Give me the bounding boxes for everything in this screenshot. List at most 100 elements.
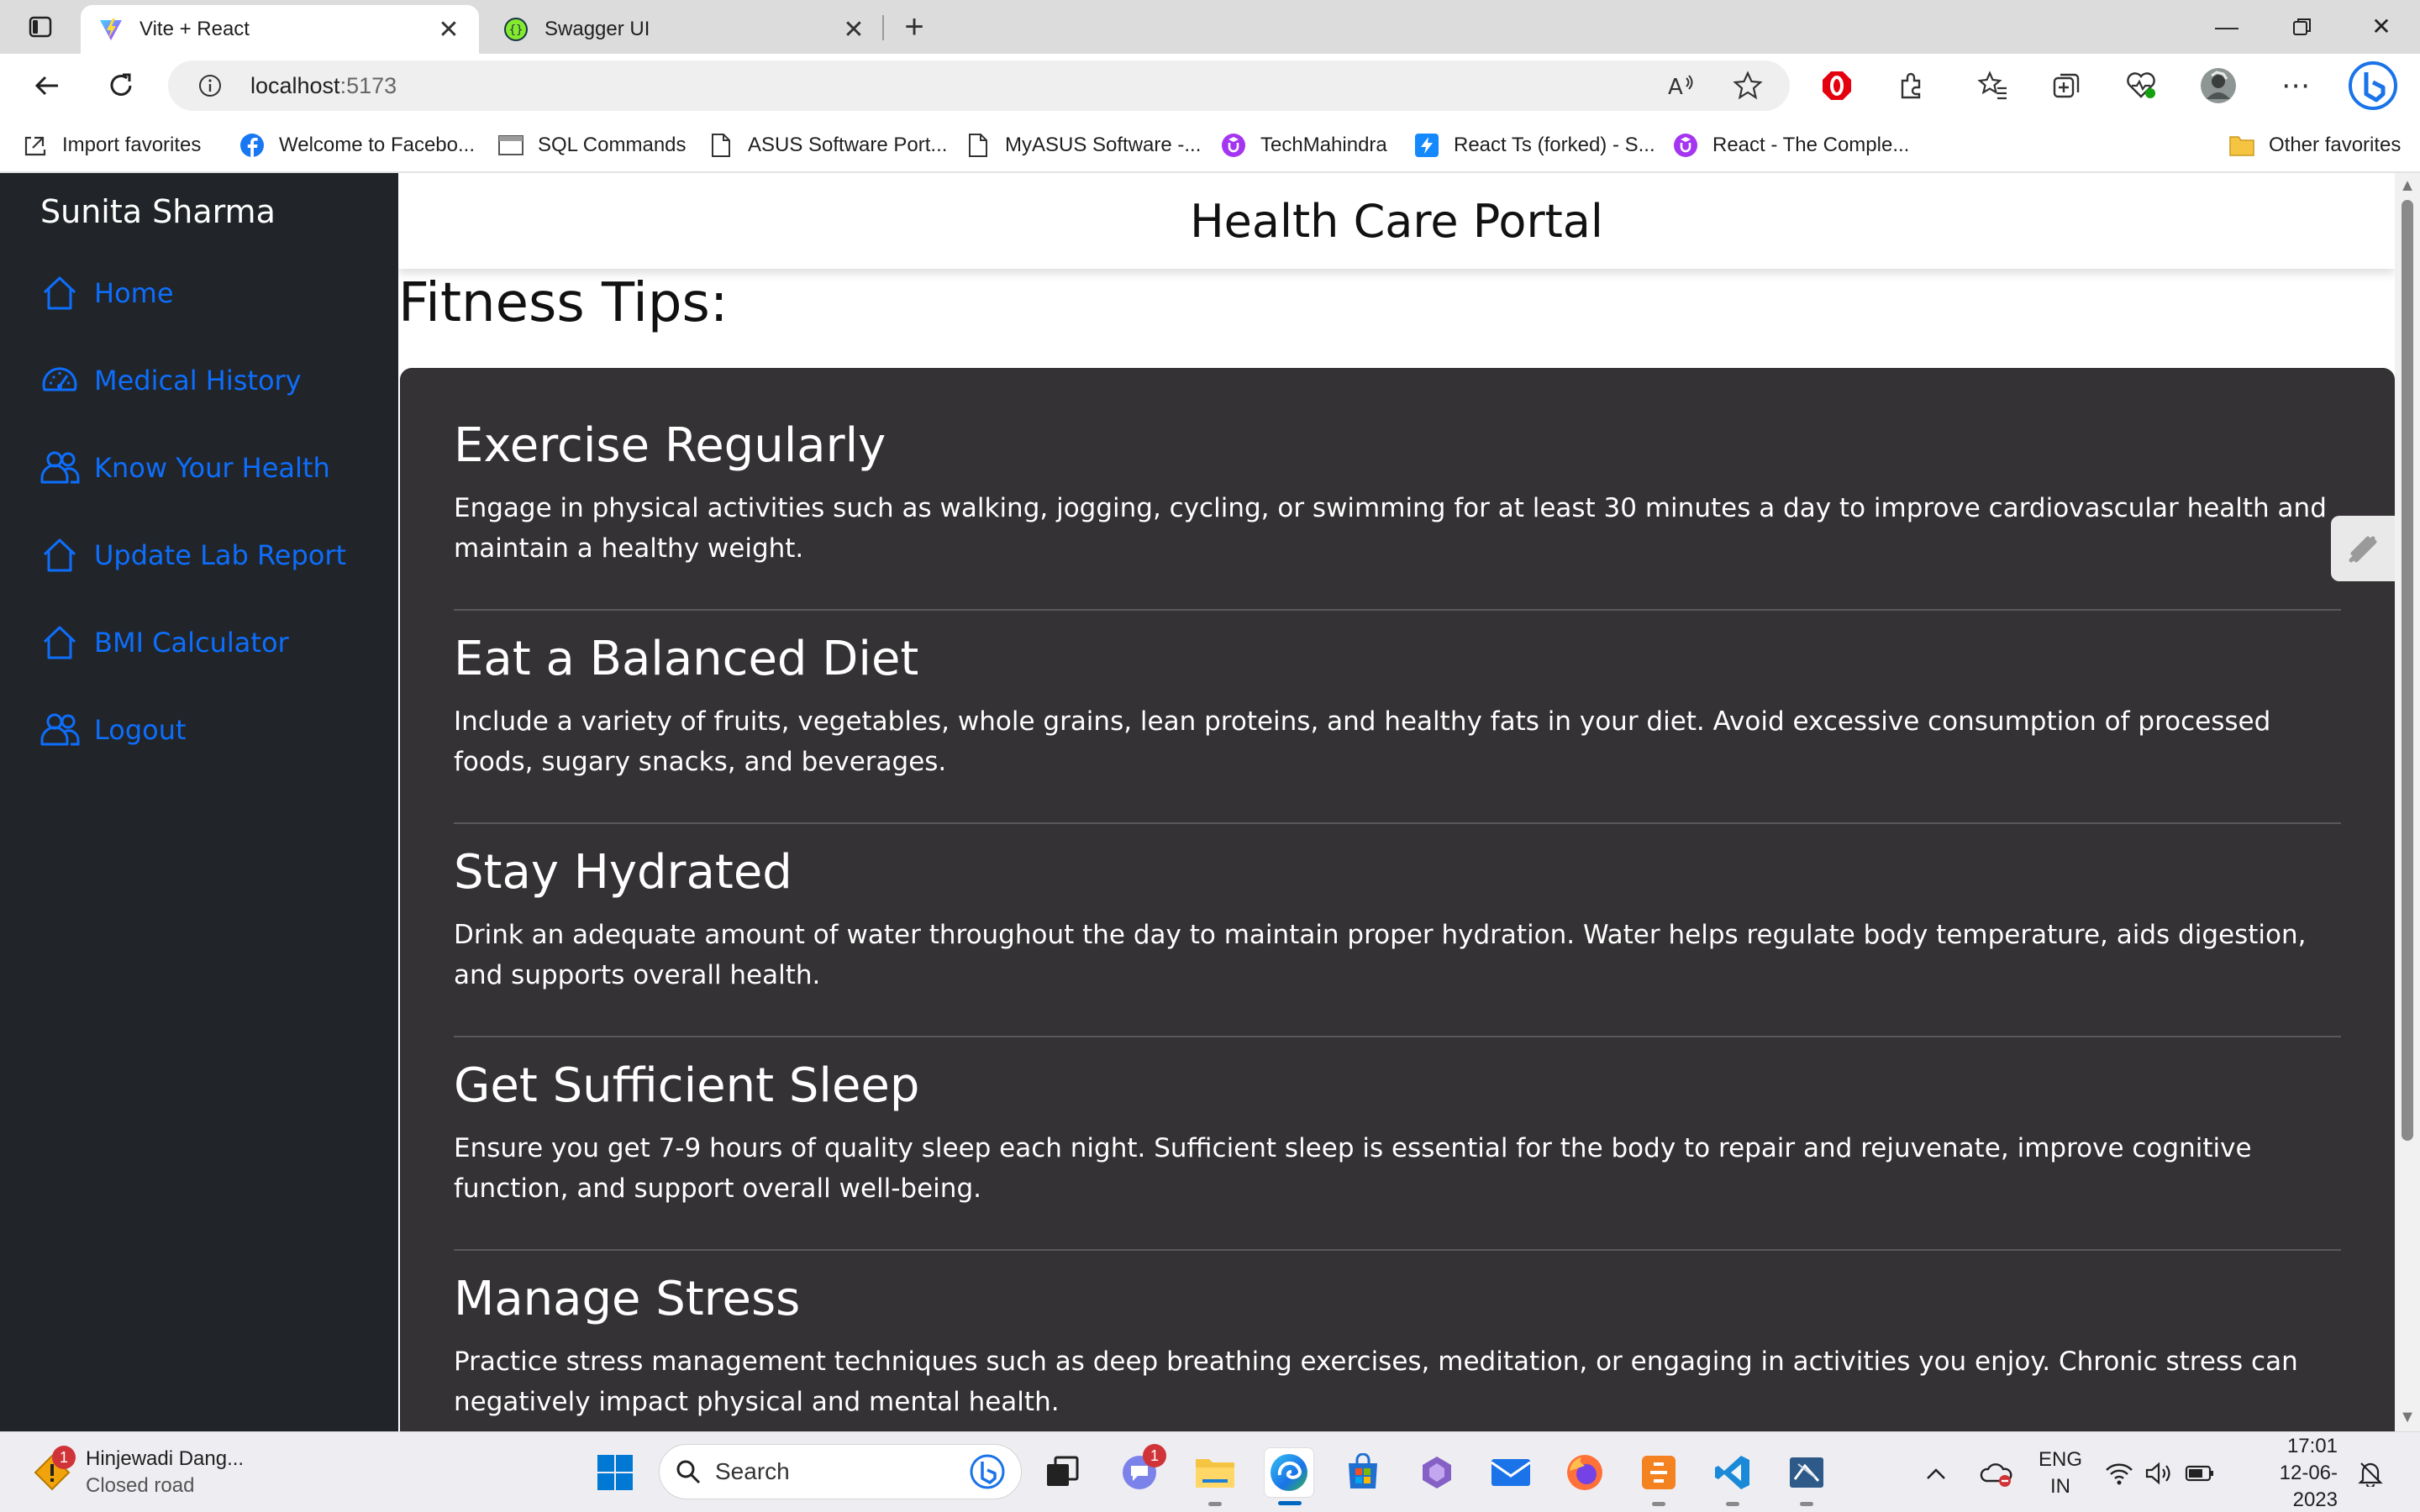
browser-toolbar: localhost:5173 A ⋯ [0, 54, 2420, 118]
svg-text:{}: {} [509, 24, 523, 37]
collections-icon[interactable] [2047, 66, 2087, 106]
sql-server-icon[interactable] [1781, 1447, 1832, 1506]
tip-item: Get Sufficient Sleep Ensure you get 7-9 … [454, 1058, 2341, 1251]
sidebar-item-label: Medical History [94, 365, 302, 396]
opera-adblock-icon[interactable] [1817, 66, 1857, 106]
new-tab-button[interactable]: + [896, 8, 933, 45]
wifi-icon[interactable] [2104, 1444, 2134, 1503]
close-icon[interactable]: ✕ [435, 16, 462, 44]
extensions-icon[interactable] [1891, 66, 1931, 106]
tip-text: Ensure you get 7-9 hours of quality slee… [454, 1133, 2252, 1204]
weather-widget[interactable]: 1 Hinjewadi Dang... Closed road [30, 1444, 244, 1501]
tab-swagger-ui[interactable]: {} Swagger UI ✕ [486, 5, 884, 54]
windows-taskbar: 1 Hinjewadi Dang... Closed road Search 1 [0, 1431, 2420, 1512]
traffic-alert-icon: 1 [30, 1446, 76, 1494]
windows-start-icon[interactable] [590, 1447, 640, 1498]
notifications-bell-icon[interactable] [2358, 1444, 2383, 1503]
file-explorer-icon[interactable] [1190, 1447, 1240, 1506]
tip-item: Stay Hydrated Drink an adequate amount o… [454, 845, 2341, 1037]
favorite-star-icon[interactable] [1728, 66, 1768, 106]
task-view-icon[interactable] [1037, 1447, 1087, 1498]
scroll-up-icon[interactable]: ▲ [2398, 176, 2417, 195]
favorite-facebook[interactable]: Welcome to Facebo... [239, 128, 475, 163]
language-indicator[interactable]: ENG IN [2039, 1444, 2082, 1503]
bing-copilot-icon[interactable] [2348, 60, 2398, 111]
running-indicator [1208, 1502, 1222, 1506]
sidebar-item-home[interactable]: Home [39, 270, 174, 316]
import-icon [22, 132, 49, 159]
favorites-icon[interactable] [1973, 66, 2013, 106]
language-line1: ENG [2039, 1448, 2083, 1471]
document-icon [708, 132, 734, 159]
page-title: Health Care Portal [1190, 194, 1603, 248]
clock[interactable]: 17:01 12-06-2023 [2235, 1435, 2338, 1511]
favorite-sql-commands[interactable]: SQL Commands [497, 128, 687, 163]
url-port: :5173 [339, 72, 397, 98]
tab-vite-react[interactable]: Vite + React ✕ [81, 5, 479, 54]
info-icon[interactable] [193, 69, 227, 102]
teams-chat-icon[interactable]: 1 [1114, 1444, 1166, 1498]
close-icon[interactable]: ✕ [840, 16, 867, 44]
facebook-icon [239, 132, 266, 159]
sidebar-item-know-your-health[interactable]: Know Your Health [39, 445, 330, 491]
show-hidden-icons-chevron-up-icon[interactable] [1924, 1444, 1948, 1503]
tip-text: Practice stress management techniques su… [454, 1347, 2298, 1417]
section-title: Fitness Tips: [398, 272, 729, 334]
favorites-bar: Import favorites Welcome to Facebo... SQ… [0, 118, 2420, 173]
restore-button[interactable] [2269, 7, 2336, 47]
back-icon[interactable] [27, 66, 67, 106]
favorite-label: ASUS Software Port... [748, 134, 948, 156]
sidebar-item-update-lab-report[interactable]: Update Lab Report [39, 533, 346, 578]
avatar[interactable] [2198, 66, 2238, 106]
favorite-label: Welcome to Facebo... [279, 134, 475, 156]
vscode-icon[interactable] [1707, 1447, 1758, 1506]
address-bar[interactable]: localhost:5173 [168, 60, 1790, 111]
sidebar-item-bmi-calculator[interactable]: BMI Calculator [39, 620, 289, 665]
document-icon [965, 132, 992, 159]
favorite-myasus-software[interactable]: MyASUS Software -... [965, 128, 1201, 163]
minimize-button[interactable]: — [2193, 7, 2260, 47]
page-header: Health Care Portal [398, 173, 2395, 269]
sidebar-item-medical-history[interactable]: Medical History [39, 358, 302, 403]
favorite-label: TechMahindra [1260, 134, 1387, 156]
tab-actions-icon[interactable] [20, 10, 60, 44]
favorite-import[interactable]: Import favorites [22, 128, 201, 163]
microsoft-store-icon[interactable] [1338, 1447, 1388, 1498]
search-placeholder: Search [715, 1458, 790, 1484]
sidebar-item-logout[interactable]: Logout [39, 707, 187, 753]
tab-separator [882, 15, 884, 40]
browser-tab-strip: Vite + React ✕ {} Swagger UI ✕ + — ✕ [0, 0, 2420, 54]
other-favorites[interactable]: Other favorites [2228, 128, 2401, 163]
volume-icon[interactable] [2144, 1444, 2175, 1503]
search-icon [676, 1460, 701, 1484]
mail-icon[interactable] [1486, 1447, 1536, 1498]
tip-item: Exercise Regularly Engage in physical ac… [454, 418, 2341, 611]
settings-more-icon[interactable]: ⋯ [2275, 66, 2316, 106]
read-aloud-icon[interactable]: A [1660, 66, 1701, 106]
refresh-icon[interactable] [101, 66, 141, 106]
home-icon [39, 622, 81, 664]
copilot-app-icon[interactable] [1412, 1447, 1462, 1498]
scroll-down-icon[interactable]: ▼ [2398, 1408, 2417, 1426]
onedrive-icon[interactable] [1980, 1444, 2013, 1503]
favorite-techmahindra[interactable]: TechMahindra [1220, 128, 1387, 163]
weather-title: Hinjewadi Dang... [86, 1447, 245, 1470]
udemy-icon [1672, 132, 1699, 159]
tip-title: Exercise Regularly [454, 418, 886, 473]
sidebar-extension-widget[interactable] [2331, 516, 2395, 581]
firefox-icon[interactable] [1560, 1447, 1610, 1498]
taskbar-search[interactable]: Search [659, 1444, 1022, 1499]
scroll-thumb[interactable] [2402, 200, 2413, 1141]
page-scrollbar[interactable]: ▲ ▼ [2395, 173, 2420, 1431]
tip-text: Drink an adequate amount of water throug… [454, 920, 2307, 990]
edge-browser-icon[interactable] [1264, 1447, 1314, 1505]
browser-essentials-icon[interactable] [2121, 66, 2161, 106]
pdf-editor-icon[interactable] [1634, 1447, 1684, 1506]
favorite-react-complete[interactable]: React - The Comple... [1672, 128, 1909, 163]
pen-icon [2349, 536, 2377, 563]
battery-icon[interactable] [2185, 1444, 2215, 1503]
favorite-react-ts-forked[interactable]: React Ts (forked) - S... [1413, 128, 1655, 163]
folder-icon [2228, 132, 2255, 159]
close-window-button[interactable]: ✕ [2348, 7, 2415, 47]
favorite-asus-software-portal[interactable]: ASUS Software Port... [708, 128, 947, 163]
